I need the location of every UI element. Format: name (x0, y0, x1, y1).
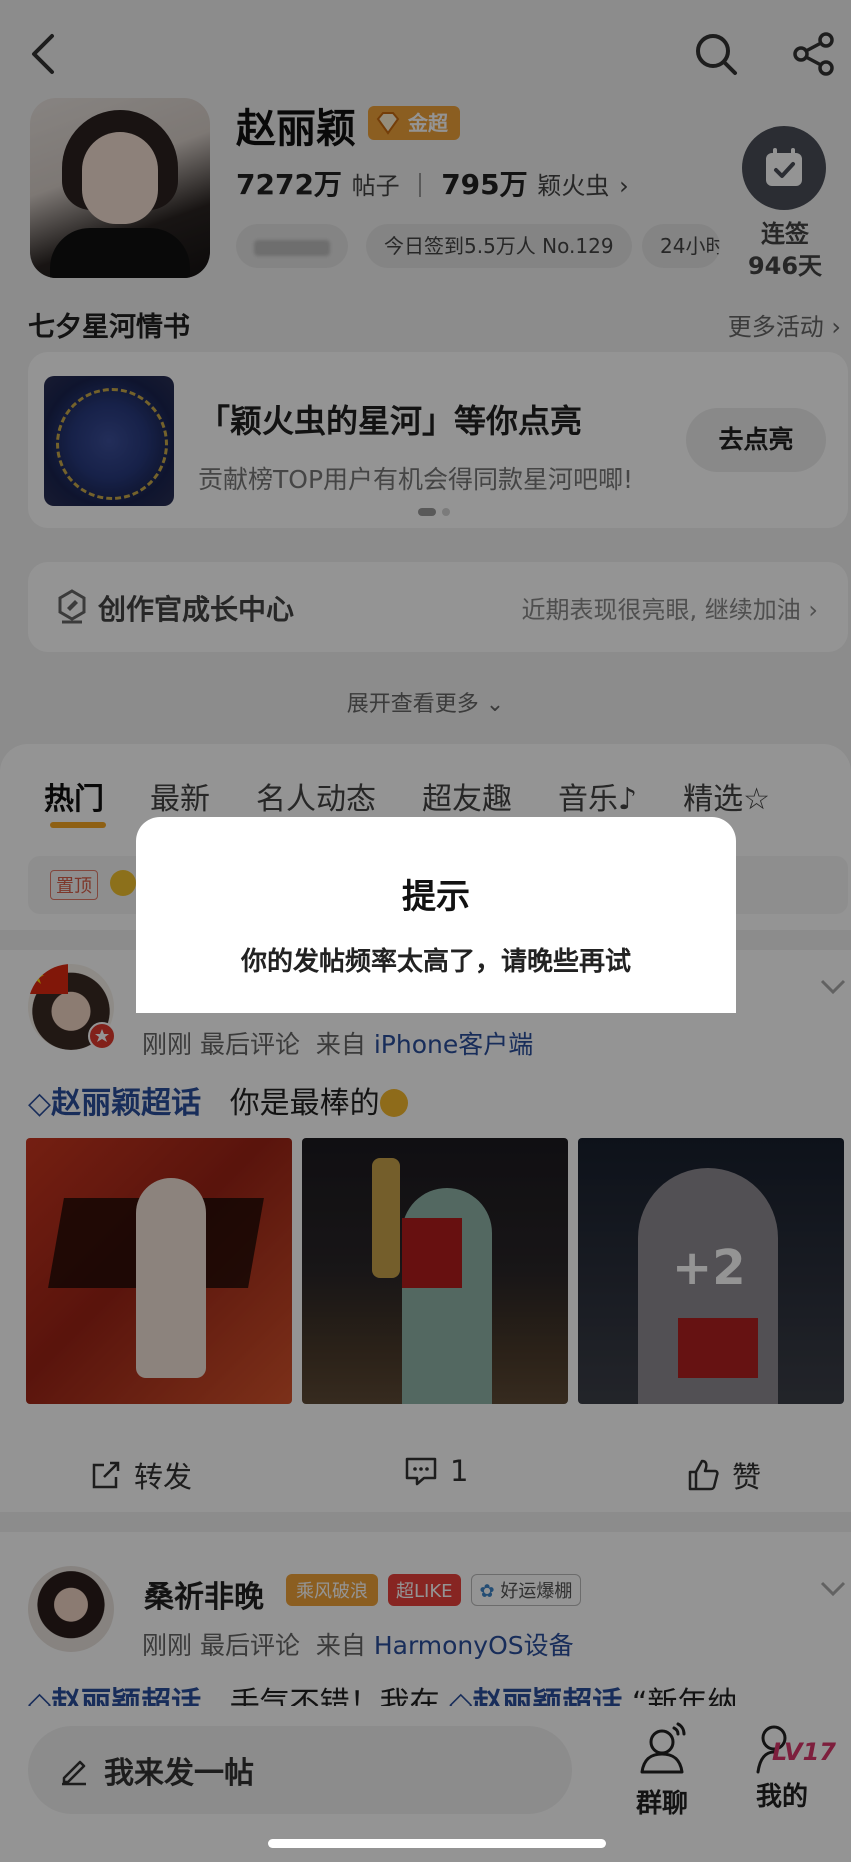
alert-dialog: 提示 你的发帖频率太高了，请晚些再试 (136, 817, 736, 1013)
home-indicator[interactable] (268, 1839, 606, 1848)
dialog-title: 提示 (402, 877, 470, 917)
dialog-message: 你的发帖频率太高了，请晚些再试 (240, 947, 631, 977)
